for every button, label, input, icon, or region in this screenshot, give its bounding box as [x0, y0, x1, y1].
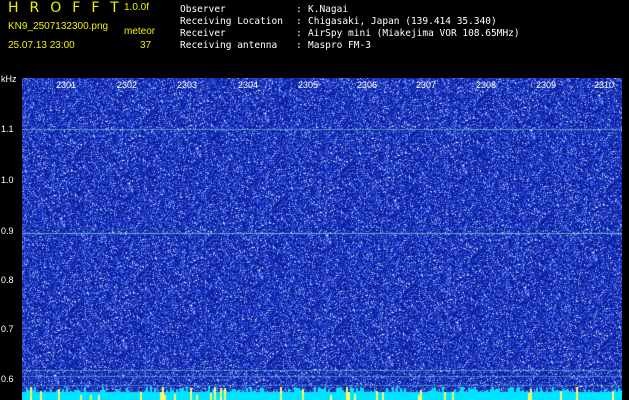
- x-tick-label: 2306: [357, 80, 378, 90]
- x-tick-label: 2310: [594, 80, 615, 90]
- info-row-observer: Observer: K.Nagai: [180, 4, 348, 15]
- x-tick-label: 2301: [56, 80, 77, 90]
- meteor-count: 37: [140, 40, 152, 51]
- info-value: AirSpy mini (Miakejima VOR 108.65MHz): [308, 28, 520, 39]
- y-axis-unit: kHz: [1, 74, 17, 84]
- info-separator: :: [296, 4, 302, 15]
- info-row-location: Receiving Location: Chigasaki, Japan (139…: [180, 16, 497, 27]
- info-label: Receiver: [180, 28, 226, 39]
- x-tick-label: 2308: [476, 80, 497, 90]
- y-tick-label: 1.1: [1, 124, 14, 134]
- y-tick-label: 0.7: [1, 324, 14, 334]
- info-separator: :: [296, 28, 302, 39]
- info-label: Receiving Location: [180, 16, 283, 27]
- observation-datetime: 25.07.13 23:00: [8, 40, 75, 51]
- y-tick-label: 1.0: [1, 175, 14, 185]
- x-tick-label: 2303: [177, 80, 198, 90]
- info-row-antenna: Receiving antenna: Maspro FM-3: [180, 40, 371, 51]
- header-panel: HROFFT 1.0.0f KN9_2507132300.png meteor …: [0, 0, 629, 74]
- y-tick-label: 0.9: [1, 226, 14, 236]
- info-separator: :: [296, 16, 302, 27]
- meteor-label: meteor: [124, 26, 156, 37]
- y-tick-label: 0.6: [1, 374, 14, 384]
- app-logo: HROFFT: [8, 0, 130, 16]
- x-tick-label: 2304: [238, 80, 259, 90]
- x-tick-label: 2309: [536, 80, 557, 90]
- file-name: KN9_2507132300.png: [8, 21, 109, 32]
- spectrogram-canvas: [22, 78, 622, 400]
- x-tick-label: 2307: [416, 80, 437, 90]
- y-tick-label: 0.8: [1, 275, 14, 285]
- info-separator: :: [296, 40, 302, 51]
- info-row-receiver: Receiver: AirSpy mini (Miakejima VOR 108.…: [180, 28, 520, 39]
- info-label: Receiving antenna: [180, 40, 278, 51]
- spectrogram-plot: [22, 78, 622, 400]
- app-version: 1.0.0f: [124, 2, 150, 13]
- x-tick-label: 2302: [117, 80, 138, 90]
- info-value: K.Nagai: [308, 4, 349, 15]
- x-tick-label: 2305: [298, 80, 319, 90]
- plot-right-margin: [622, 78, 629, 400]
- info-value: Chigasaki, Japan (139.414 35.340): [308, 16, 497, 27]
- info-label: Observer: [180, 4, 226, 15]
- info-value: Maspro FM-3: [308, 40, 371, 51]
